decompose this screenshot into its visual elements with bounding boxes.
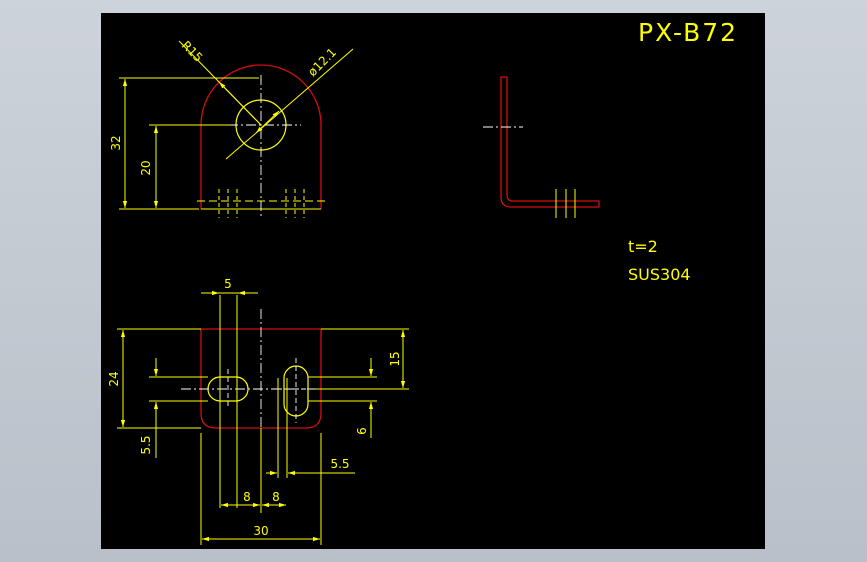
- dim-bottom-offset: 5.5: [139, 435, 153, 454]
- dim-plan-width: 30: [253, 524, 268, 538]
- dim-right-bottom: 6: [355, 427, 369, 435]
- hole-diameter-label: ø12.1: [305, 45, 339, 79]
- cad-drawing-canvas[interactable]: R15 ø12.1 32 20 PX-B72 t=2 SUS304 5 24 5…: [101, 13, 765, 549]
- drawing-svg: R15 ø12.1 32 20 PX-B72 t=2 SUS304 5 24 5…: [107, 18, 738, 545]
- material-note: SUS304: [628, 265, 691, 284]
- front-view: R15 ø12.1 32 20: [109, 38, 354, 218]
- dim-right-spacing: 8: [272, 490, 280, 504]
- dim-plan-height: 24: [107, 371, 121, 386]
- side-view-outline: [500, 76, 600, 208]
- side-view: [483, 76, 600, 218]
- drawing-title: PX-B72: [638, 18, 738, 47]
- dim-slot-offset: 5.5: [330, 457, 349, 471]
- plan-view: 5 24 5.5 15 6 5.5 8 8 30: [107, 277, 409, 545]
- dim-right-height: 15: [388, 351, 402, 366]
- dim-slot-width: 5: [224, 277, 232, 291]
- dim-height-center: 20: [139, 160, 153, 175]
- radius-label: R15: [179, 38, 206, 65]
- dim-height-total: 32: [109, 135, 123, 150]
- thickness-note: t=2: [628, 237, 658, 256]
- dim-left-spacing: 8: [243, 490, 251, 504]
